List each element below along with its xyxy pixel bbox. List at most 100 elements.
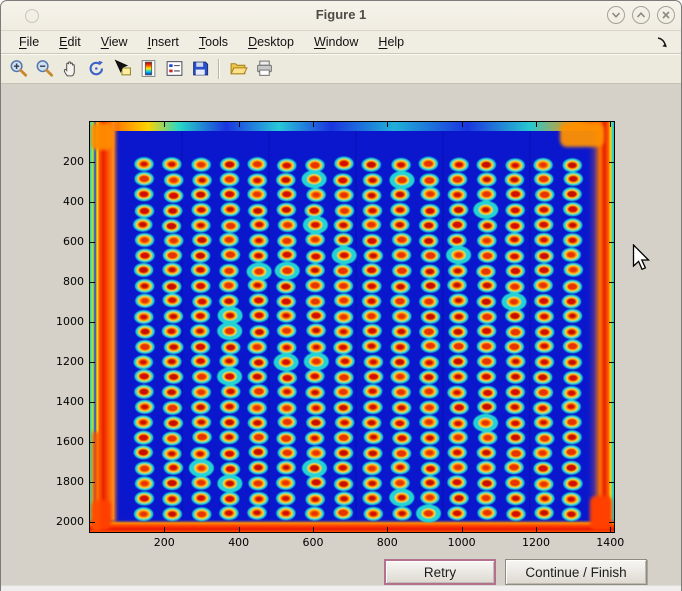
menu-item-view[interactable]: View — [91, 33, 138, 51]
y-tick-mark — [609, 162, 614, 163]
zoom-out-button[interactable] — [32, 57, 56, 81]
y-tick-mark — [90, 282, 95, 283]
y-tick-mark — [90, 202, 95, 203]
colorbar-icon — [139, 59, 158, 78]
shade-button[interactable] — [607, 6, 625, 24]
y-tick-label: 1800 — [40, 475, 84, 488]
x-tick-label: 1400 — [584, 536, 636, 549]
save-figure-button[interactable] — [188, 57, 212, 81]
menu-item-edit[interactable]: Edit — [49, 33, 91, 51]
y-tick-mark — [609, 322, 614, 323]
y-tick-label: 2000 — [40, 515, 84, 528]
x-tick-label: 400 — [213, 536, 265, 549]
rotate-3d-icon — [87, 59, 106, 78]
zoom-in-icon — [9, 59, 28, 78]
chevron-down-icon — [610, 9, 622, 21]
x-tick-label: 200 — [138, 536, 190, 549]
unshade-button[interactable] — [632, 6, 650, 24]
insert-legend-button[interactable] — [162, 57, 186, 81]
insert-colorbar-button[interactable] — [136, 57, 160, 81]
dock-figure-icon[interactable] — [655, 35, 669, 49]
x-tick-mark — [313, 527, 314, 532]
y-tick-mark — [609, 482, 614, 483]
save-floppy-icon — [191, 59, 210, 78]
y-tick-mark — [90, 242, 95, 243]
x-tick-label: 800 — [361, 536, 413, 549]
x-tick-mark — [536, 122, 537, 127]
x-tick-mark — [610, 122, 611, 127]
image-axes[interactable]: 2004006008001000120014002004006008001000… — [89, 121, 615, 533]
window-bottom-edge — [1, 585, 681, 591]
open-folder-icon — [229, 59, 248, 78]
x-tick-mark — [313, 122, 314, 127]
x-tick-mark — [239, 122, 240, 127]
y-tick-mark — [90, 522, 95, 523]
y-tick-label: 1200 — [40, 355, 84, 368]
open-file-button[interactable] — [226, 57, 250, 81]
menu-item-file[interactable]: File — [9, 33, 49, 51]
x-tick-label: 1000 — [436, 536, 488, 549]
plate-scan-image[interactable] — [90, 122, 614, 532]
print-figure-button[interactable] — [252, 57, 276, 81]
title-bar[interactable]: Figure 1 — [1, 1, 681, 31]
retry-button[interactable]: Retry — [384, 559, 496, 585]
menu-bar-row: FileEditViewInsertToolsDesktopWindowHelp — [1, 31, 681, 54]
menu-bar: FileEditViewInsertToolsDesktopWindowHelp — [9, 33, 414, 51]
close-icon — [660, 9, 672, 21]
y-tick-label: 1600 — [40, 435, 84, 448]
figure-canvas: 200 400 600 800 1000 1200 1400 200 400 600 800 1000… — [1, 84, 681, 591]
y-tick-mark — [90, 322, 95, 323]
y-tick-mark — [90, 442, 95, 443]
x-tick-mark — [239, 527, 240, 532]
continue-finish-button[interactable]: Continue / Finish — [505, 559, 647, 585]
y-tick-mark — [90, 162, 95, 163]
x-tick-mark — [387, 527, 388, 532]
pan-hand-icon — [61, 59, 80, 78]
chevron-up-icon — [635, 9, 647, 21]
menu-item-window[interactable]: Window — [304, 33, 368, 51]
x-tick-label: 600 — [287, 536, 339, 549]
data-cursor-icon — [113, 59, 132, 78]
window-title: Figure 1 — [1, 7, 681, 22]
menu-item-tools[interactable]: Tools — [189, 33, 238, 51]
printer-icon — [255, 59, 274, 78]
y-tick-mark — [609, 442, 614, 443]
x-tick-mark — [164, 527, 165, 532]
x-tick-mark — [610, 527, 611, 532]
y-tick-mark — [609, 522, 614, 523]
x-tick-mark — [536, 527, 537, 532]
x-tick-mark — [462, 527, 463, 532]
y-tick-label: 1000 — [40, 315, 84, 328]
menu-item-desktop[interactable]: Desktop — [238, 33, 304, 51]
data-cursor-button[interactable] — [110, 57, 134, 81]
zoom-out-icon — [35, 59, 54, 78]
menu-item-help[interactable]: Help — [368, 33, 414, 51]
toolbar-separator — [218, 59, 220, 79]
zoom-in-button[interactable] — [6, 57, 30, 81]
y-tick-mark — [609, 282, 614, 283]
y-tick-mark — [90, 362, 95, 363]
y-tick-label: 800 — [40, 275, 84, 288]
y-tick-mark — [90, 482, 95, 483]
x-tick-mark — [387, 122, 388, 127]
y-tick-mark — [609, 362, 614, 363]
y-tick-label: 600 — [40, 235, 84, 248]
close-button[interactable] — [657, 6, 675, 24]
y-tick-mark — [609, 242, 614, 243]
y-tick-label: 400 — [40, 195, 84, 208]
rotate-3d-button[interactable] — [84, 57, 108, 81]
mouse-cursor-icon — [632, 244, 651, 276]
figure-toolbar — [1, 54, 681, 84]
x-tick-label: 1200 — [510, 536, 562, 549]
menu-item-insert[interactable]: Insert — [138, 33, 189, 51]
y-tick-label: 1400 — [40, 395, 84, 408]
x-tick-mark — [164, 122, 165, 127]
y-tick-mark — [90, 402, 95, 403]
legend-icon — [165, 59, 184, 78]
figure-window: Figure 1 FileEditViewInsertToolsDesktopW… — [0, 0, 682, 591]
pan-button[interactable] — [58, 57, 82, 81]
y-tick-label: 200 — [40, 155, 84, 168]
y-tick-mark — [609, 402, 614, 403]
x-tick-mark — [462, 122, 463, 127]
y-tick-mark — [609, 202, 614, 203]
